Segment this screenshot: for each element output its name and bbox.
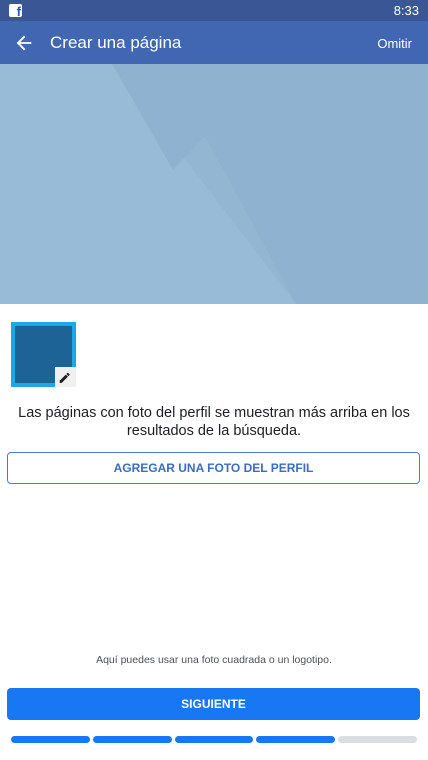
progress-step-5 <box>338 736 417 743</box>
skip-button[interactable]: Omitir <box>377 36 412 51</box>
cover-mountain-illustration <box>0 64 428 304</box>
add-profile-photo-button[interactable]: AGREGAR UNA FOTO DEL PERFIL <box>7 452 420 484</box>
progress-step-4 <box>256 736 336 743</box>
cover-photo[interactable] <box>0 64 428 304</box>
progress-step-1 <box>11 736 90 743</box>
photo-hint-text: Aquí puedes usar una foto cuadrada o un … <box>96 654 332 666</box>
progress-step-2 <box>92 736 172 743</box>
progress-step-3 <box>174 736 254 743</box>
next-button[interactable]: SIGUIENTE <box>7 688 420 720</box>
status-bar: f 8:33 <box>0 0 428 21</box>
profile-info-text: Las páginas con foto del perfil se muest… <box>18 405 410 439</box>
app-bar: Crear una página Omitir <box>0 21 428 64</box>
pencil-icon <box>59 372 70 383</box>
arrow-left-icon <box>16 35 32 51</box>
step-progress-indicator <box>11 736 417 743</box>
facebook-icon: f <box>9 4 22 18</box>
status-time: 8:33 <box>393 3 419 18</box>
edit-profile-picture-button[interactable] <box>55 367 76 387</box>
page-title: Crear una página <box>50 33 182 52</box>
back-button[interactable] <box>13 32 35 54</box>
